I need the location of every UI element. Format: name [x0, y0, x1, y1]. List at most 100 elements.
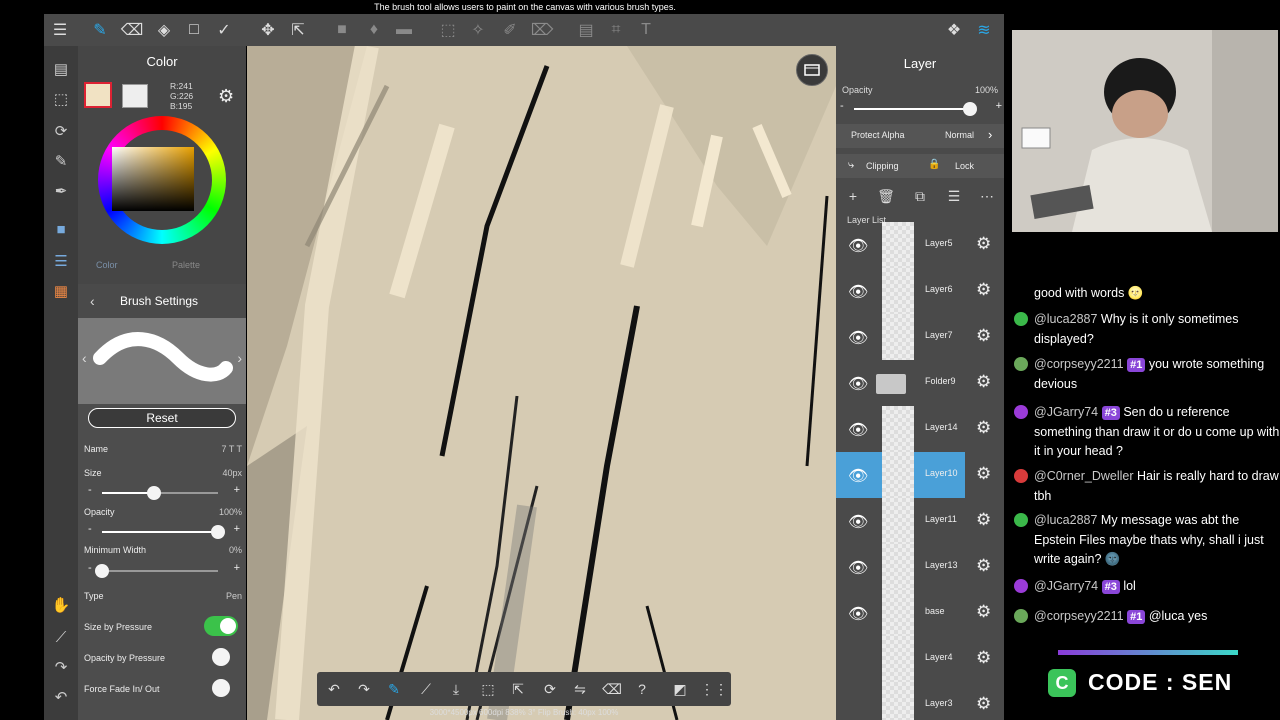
shape-tool-icon[interactable]: □: [180, 14, 208, 46]
delete-layer-icon[interactable]: 🗑: [875, 188, 897, 210]
undo-icon[interactable]: ↶: [319, 672, 349, 706]
visibility-eye-icon[interactable]: 👁: [848, 328, 868, 348]
layers-icon[interactable]: ≋: [970, 14, 998, 46]
layer-settings-gear-icon[interactable]: ⚙: [976, 418, 991, 438]
lasso-select-icon[interactable]: ⬚: [434, 14, 462, 46]
min-width-plus-icon[interactable]: +: [234, 562, 240, 574]
undo-icon[interactable]: ↶: [44, 684, 78, 710]
brush-icon[interactable]: ✎: [379, 672, 409, 706]
document-icon[interactable]: ▤: [44, 56, 78, 82]
min-width-minus-icon[interactable]: -: [88, 562, 92, 574]
pen-mode-icon[interactable]: ◩: [665, 672, 695, 706]
grid-select-icon[interactable]: ⬚: [473, 672, 503, 706]
duplicate-layer-icon[interactable]: ⧉: [909, 188, 931, 210]
hand-icon[interactable]: ✋: [44, 592, 78, 618]
chat-username[interactable]: @corpseyy2211: [1034, 609, 1124, 623]
materials-icon[interactable]: ❖: [940, 14, 968, 46]
layer-row[interactable]: Layer4 ⚙: [836, 636, 1004, 682]
layer-opacity-minus-icon[interactable]: -: [840, 100, 844, 112]
layer-settings-gear-icon[interactable]: ⚙: [976, 510, 991, 530]
color-settings-gear-icon[interactable]: ⚙: [218, 86, 234, 107]
drawing-canvas[interactable]: [247, 46, 836, 720]
protect-alpha-button[interactable]: Protect Alpha: [851, 130, 905, 140]
grip-icon[interactable]: ⋮⋮: [699, 672, 729, 706]
layer-list-icon[interactable]: ☰: [943, 188, 965, 210]
layer-row[interactable]: 👁 Layer6 ⚙: [836, 268, 1004, 314]
force-fade-toggle[interactable]: [212, 679, 230, 697]
chevron-right-icon[interactable]: ›: [988, 127, 992, 142]
layer-opacity-knob[interactable]: [963, 102, 977, 116]
hand-tool-icon[interactable]: ⌗: [602, 14, 630, 46]
tab-color[interactable]: Color: [96, 260, 118, 270]
min-width-slider-knob[interactable]: [95, 564, 109, 578]
bucket-tool-icon[interactable]: ♦: [360, 14, 388, 46]
layer-row[interactable]: 👁 Layer13 ⚙: [836, 544, 1004, 590]
pen-icon[interactable]: ✒: [44, 178, 78, 204]
visibility-eye-icon[interactable]: 👁: [848, 604, 868, 624]
opacity-plus-icon[interactable]: +: [234, 523, 240, 535]
layer-settings-gear-icon[interactable]: ⚙: [976, 648, 991, 668]
visibility-eye-icon[interactable]: 👁: [848, 282, 868, 302]
layer-settings-gear-icon[interactable]: ⚙: [976, 372, 991, 392]
rotate-icon[interactable]: ⟳: [44, 118, 78, 144]
ruler-icon[interactable]: ✎: [44, 148, 78, 174]
palette-icon[interactable]: ▦: [44, 278, 78, 304]
layer-row[interactable]: 👁 Layer5 ⚙: [836, 222, 1004, 268]
type-row[interactable]: Type Pen: [84, 591, 242, 601]
download-icon[interactable]: ⤓: [441, 672, 471, 706]
gradient-tool-icon[interactable]: ▬: [390, 14, 418, 46]
saturation-value-square[interactable]: [112, 147, 194, 211]
transform-icon[interactable]: ⇱: [503, 672, 533, 706]
redo-icon[interactable]: ↷: [44, 654, 78, 680]
next-brush-icon[interactable]: ›: [237, 350, 242, 366]
chat-username[interactable]: @C0rner_Dweller: [1034, 469, 1134, 483]
tab-palette[interactable]: Palette: [172, 260, 200, 270]
select-eraser-icon[interactable]: ⌦: [528, 14, 556, 46]
visibility-eye-icon[interactable]: 👁: [848, 558, 868, 578]
layer-opacity-plus-icon[interactable]: +: [996, 100, 1002, 112]
layer-opacity-slider[interactable]: - +: [836, 100, 1004, 116]
frame-divider-icon[interactable]: ▤: [572, 14, 600, 46]
layer-settings-gear-icon[interactable]: ⚙: [976, 234, 991, 254]
help-icon[interactable]: ?: [627, 672, 657, 706]
lock-button[interactable]: Lock: [955, 161, 974, 171]
chat-username[interactable]: @corpseyy2211: [1034, 357, 1124, 371]
min-width-slider[interactable]: - +: [84, 562, 242, 578]
select-pen-icon[interactable]: ✐: [496, 14, 524, 46]
visibility-eye-icon[interactable]: 👁: [848, 420, 868, 440]
layer-settings-gear-icon[interactable]: ⚙: [976, 280, 991, 300]
stroke-tool-icon[interactable]: ✓: [210, 14, 238, 46]
layer-settings-gear-icon[interactable]: ⚙: [976, 694, 991, 714]
layer-settings-gear-icon[interactable]: ⚙: [976, 556, 991, 576]
opacity-minus-icon[interactable]: -: [88, 523, 92, 535]
smudge-tool-icon[interactable]: ◈: [150, 14, 178, 46]
text-tool-icon[interactable]: T: [632, 14, 660, 46]
chat-username[interactable]: @luca2887: [1034, 312, 1097, 326]
color-panel-icon[interactable]: ■: [44, 216, 78, 242]
opacity-by-pressure-toggle[interactable]: [212, 648, 230, 666]
opacity-slider[interactable]: - +: [84, 523, 242, 539]
layer-settings-gear-icon[interactable]: ⚙: [976, 464, 991, 484]
size-plus-icon[interactable]: +: [234, 484, 240, 496]
transform-tool-icon[interactable]: ⇱: [284, 14, 312, 46]
size-slider-knob[interactable]: [147, 486, 162, 500]
redo-icon[interactable]: ↷: [349, 672, 379, 706]
layer-settings-gear-icon[interactable]: ⚙: [976, 326, 991, 346]
reference-window-button[interactable]: [796, 54, 828, 86]
eraser-tool-icon[interactable]: ⌫: [118, 14, 146, 46]
layer-row[interactable]: 👁 Layer7 ⚙: [836, 314, 1004, 360]
magic-wand-icon[interactable]: ✧: [464, 14, 492, 46]
layer-row[interactable]: 👁 Layer14 ⚙: [836, 406, 1004, 452]
foreground-swatch[interactable]: [84, 82, 112, 108]
brush-tool-icon[interactable]: ✎: [86, 14, 114, 46]
layer-row[interactable]: 👁 Layer10 ⚙: [836, 452, 1004, 498]
opacity-slider-knob[interactable]: [211, 525, 225, 539]
menu-icon[interactable]: ☰: [46, 14, 74, 46]
blend-mode-select[interactable]: Normal: [945, 130, 974, 140]
more-options-icon[interactable]: ⋯: [976, 188, 998, 210]
reset-button[interactable]: Reset: [88, 408, 236, 428]
move-tool-icon[interactable]: ✥: [254, 14, 282, 46]
layer-settings-gear-icon[interactable]: ⚙: [976, 602, 991, 622]
visibility-eye-icon[interactable]: 👁: [848, 236, 868, 256]
size-by-pressure-toggle[interactable]: [204, 616, 238, 636]
